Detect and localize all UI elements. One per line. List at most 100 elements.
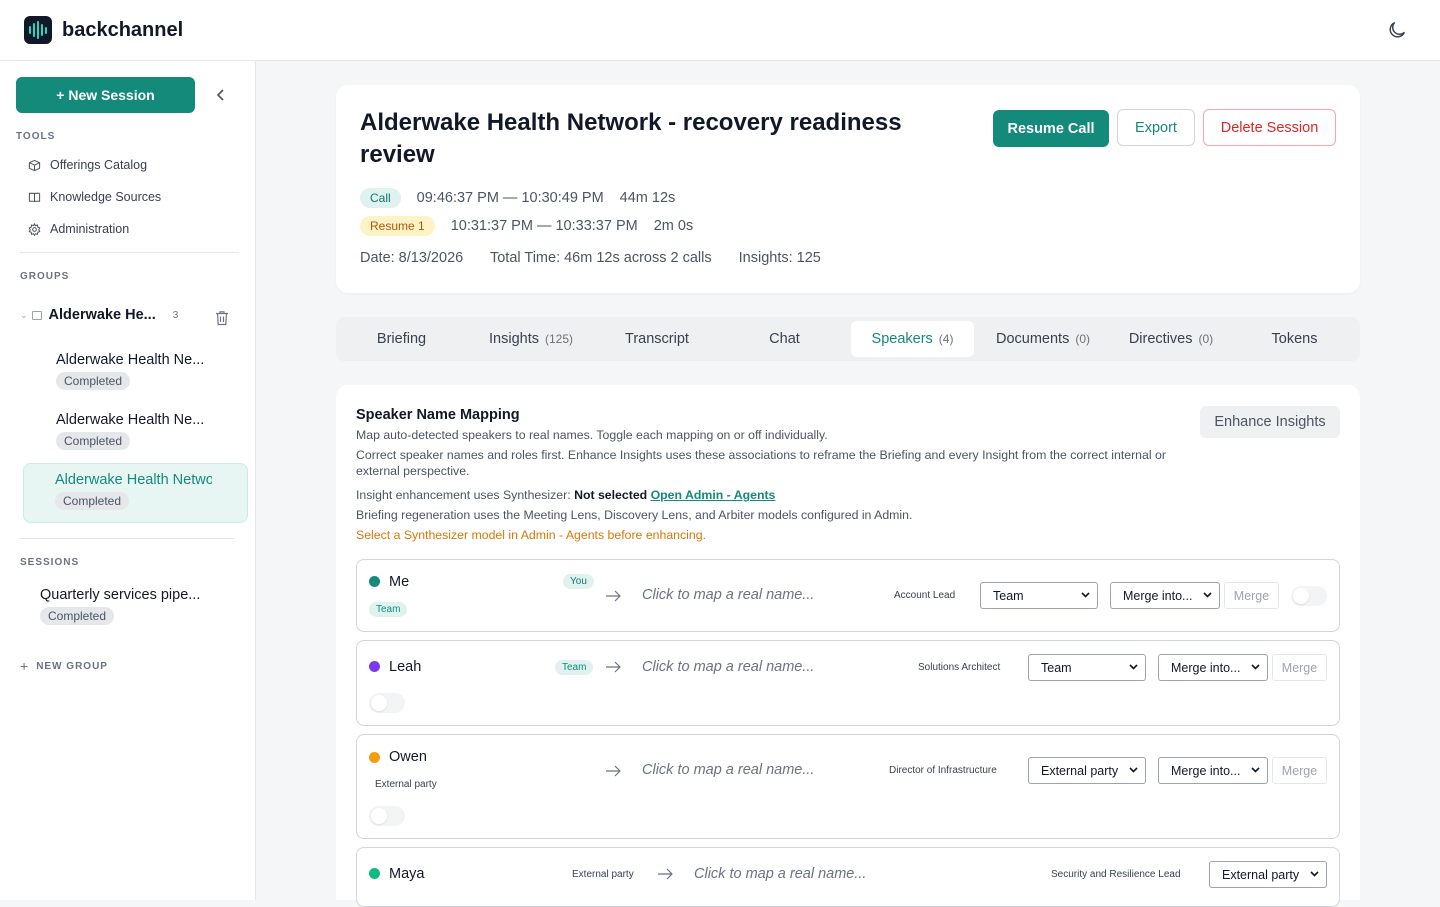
select-value: Merge into... (1171, 763, 1241, 778)
speaker-color-dot (369, 868, 380, 879)
session-header-card: Alderwake Health Network - recovery read… (336, 85, 1360, 293)
tab-label: Briefing (376, 331, 427, 347)
call-time-range: 10:31:37 PM — 10:33:37 PM (450, 218, 638, 234)
speaker-name: Me (389, 574, 410, 590)
tab-count: (0) (1198, 332, 1214, 346)
group-session-item-active[interactable]: Alderwake Health Network - recovery read… (23, 463, 248, 523)
speaker-name: Maya (389, 866, 425, 882)
speaker-role[interactable]: Account Lead (894, 590, 955, 601)
tool-knowledge-sources[interactable]: Knowledge Sources (28, 190, 161, 204)
merge-into-select[interactable]: Merge into... (1158, 757, 1268, 784)
real-name-input[interactable]: Click to map a real name... (642, 659, 814, 675)
session-item[interactable]: Quarterly services pipe... Completed (40, 587, 240, 625)
chevron-down-icon (1310, 871, 1319, 877)
export-button[interactable]: Export (1117, 109, 1195, 146)
chevron-down-icon (1129, 767, 1138, 773)
tab-directives[interactable]: Directives (0) (1107, 321, 1235, 357)
affiliation-badge: External party (375, 779, 437, 790)
synth-value: Not selected (574, 488, 648, 502)
speaker-row: Me You Team Click to map a real name... … (356, 559, 1340, 632)
session-insights-count: Insights: 125 (738, 250, 821, 266)
trash-icon[interactable] (215, 310, 229, 326)
tab-transcript[interactable]: Transcript (595, 321, 719, 357)
session-title: Quarterly services pipe... (40, 587, 201, 603)
speaker-type-select[interactable]: External party (1209, 861, 1327, 888)
merge-button[interactable]: Merge (1272, 654, 1327, 681)
tab-documents[interactable]: Documents (0) (979, 321, 1107, 357)
group-header[interactable]: ⌄ Alderwake He... 3 (20, 307, 240, 323)
arrow-right-icon (606, 765, 621, 777)
tab-label: Tokens (1271, 331, 1318, 347)
real-name-input[interactable]: Click to map a real name... (642, 762, 814, 778)
speaker-type-select[interactable]: Team (1028, 654, 1146, 681)
arrow-right-icon (606, 590, 621, 602)
tool-label: Knowledge Sources (50, 190, 162, 204)
panel-title: Speaker Name Mapping (356, 407, 520, 423)
speaker-role[interactable]: Solutions Architect (918, 662, 1000, 673)
speaker-role[interactable]: Security and Resilience Lead (1051, 869, 1181, 880)
you-badge: You (563, 574, 594, 589)
tab-speakers[interactable]: Speakers (4) (851, 321, 974, 357)
delete-session-button[interactable]: Delete Session (1203, 109, 1336, 146)
speaker-color-dot (369, 576, 380, 587)
speaker-type-select[interactable]: Team (980, 582, 1098, 609)
page-title: Alderwake Health Network - recovery read… (360, 109, 902, 168)
mapping-toggle[interactable] (1291, 586, 1327, 606)
synthesizer-note: Insight enhancement uses Synthesizer: No… (356, 487, 1196, 503)
sidebar: + New Session TOOLS Offerings Catalog Kn… (0, 61, 256, 900)
new-group-button[interactable]: + NEW GROUP (20, 658, 108, 674)
session-total-time: Total Time: 46m 12s across 2 calls (489, 250, 712, 266)
real-name-input[interactable]: Click to map a real name... (642, 587, 814, 603)
session-title: Alderwake Health Ne... (56, 412, 205, 428)
select-value: Merge into... (1123, 588, 1193, 603)
gear-icon (28, 222, 41, 236)
select-value: External party (1222, 867, 1300, 882)
mapping-toggle[interactable] (369, 693, 405, 713)
status-badge: Completed (55, 492, 130, 510)
speaker-type-select[interactable]: External party (1028, 757, 1146, 784)
app-name: backchannel (62, 18, 184, 41)
chevron-left-icon[interactable] (212, 85, 230, 105)
logo-icon (24, 16, 52, 44)
speaker-row: Maya External party Click to map a real … (356, 847, 1340, 907)
arrow-right-icon (658, 868, 673, 880)
session-date: Date: 8/13/2026 (360, 250, 464, 266)
tool-label: Offerings Catalog (50, 158, 148, 172)
session-title: Alderwake Health Ne... (56, 352, 205, 368)
moon-icon[interactable] (1386, 19, 1408, 41)
folder-icon (31, 310, 42, 320)
mapping-toggle[interactable] (369, 806, 405, 826)
tab-chat[interactable]: Chat (719, 321, 850, 357)
real-name-input[interactable]: Click to map a real name... (694, 866, 866, 882)
open-admin-agents-link[interactable]: Open Admin - Agents (651, 488, 776, 502)
status-badge: Completed (56, 432, 131, 450)
panel-description: Correct speaker names and roles first. E… (356, 448, 1166, 478)
select-value: Team (993, 588, 1024, 603)
tab-label: Directives (1128, 331, 1193, 347)
tab-bar: Briefing Insights (125) Transcript Chat S… (336, 317, 1360, 361)
merge-button[interactable]: Merge (1272, 757, 1327, 784)
tool-offerings-catalog[interactable]: Offerings Catalog (28, 158, 147, 172)
group-session-item[interactable]: Alderwake Health Ne... Completed (24, 343, 248, 401)
status-badge: Completed (56, 372, 131, 390)
tool-administration[interactable]: Administration (28, 222, 129, 236)
panel-description: Map auto-detected speakers to real names… (356, 428, 828, 442)
tab-tokens[interactable]: Tokens (1235, 321, 1354, 357)
resume-tag: Resume 1 (360, 216, 435, 236)
tab-insights[interactable]: Insights (125) (467, 321, 595, 357)
new-session-button[interactable]: + New Session (16, 77, 195, 113)
new-group-label: NEW GROUP (36, 660, 108, 672)
merge-button[interactable]: Merge (1224, 582, 1279, 609)
speaker-role[interactable]: Director of Infrastructure (889, 765, 997, 776)
merge-into-select[interactable]: Merge into... (1110, 582, 1220, 609)
enhance-insights-button[interactable]: Enhance Insights (1200, 406, 1340, 438)
speaker-color-dot (369, 752, 380, 763)
speaker-color-dot (369, 661, 380, 672)
affiliation-badge: Team (555, 660, 594, 675)
chevron-down-icon[interactable]: ⌄ (20, 310, 28, 321)
group-session-item[interactable]: Alderwake Health Ne... Completed (24, 403, 248, 461)
resume-call-button[interactable]: Resume Call (993, 110, 1109, 147)
merge-into-select[interactable]: Merge into... (1158, 654, 1268, 681)
tab-label: Insights (489, 331, 539, 347)
tab-briefing[interactable]: Briefing (336, 321, 467, 357)
